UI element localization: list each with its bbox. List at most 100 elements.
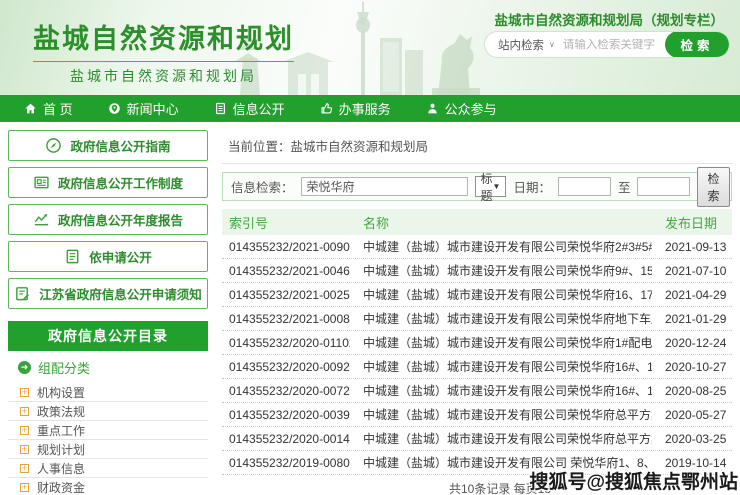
plus-box-icon: + — [20, 388, 29, 397]
sidebar-directory-item[interactable]: + 人事信息 — [8, 459, 208, 478]
row-publish-date: 2020-05-27 — [658, 408, 732, 422]
row-publish-date: 2020-03-25 — [658, 432, 732, 446]
watermark: 搜狐号@搜狐焦点鄂州站 — [529, 467, 738, 494]
row-index-no: 014355232/2019-00807 — [222, 456, 350, 470]
filter-date-to-label: 至 — [618, 177, 631, 196]
nav-item-services[interactable]: 办事服务 — [320, 95, 412, 122]
nav-item-label: 办事服务 — [339, 99, 391, 118]
newspaper-icon — [33, 174, 50, 191]
sidebar-link-label: 江苏省政府信息公开申请须知 — [39, 284, 202, 303]
filter-field-selected: 标题 — [481, 170, 493, 204]
row-publish-date: 2021-07-10 — [658, 264, 732, 278]
row-name-link[interactable]: 中城建（盐城）城市建设开发有限公司荣悦华府16#、17#、23#、 ... — [356, 358, 652, 375]
nav-item-news[interactable]: 新闻中心 — [108, 95, 200, 122]
table-row[interactable]: 014355232/2020-00145 中城建（盐城）城市建设开发有限公司荣悦… — [222, 427, 732, 451]
sidebar-link-annual-report[interactable]: 政府信息公开年度报告 — [8, 204, 208, 235]
plus-box-icon: + — [20, 483, 29, 492]
row-index-no: 014355232/2020-00393 — [222, 408, 350, 422]
row-name-link[interactable]: 中城建（盐城）城市建设开发有限公司荣悦华府总平方案调整批后公告 — [356, 406, 652, 423]
col-header-name: 名称 — [356, 213, 652, 232]
page: 盐城自然资源和规划 盐城市自然资源和规划局 盐城市自然资源和规划局（规划专栏） … — [0, 0, 740, 495]
table-header-row: 索引号 名称 发布日期 — [222, 209, 732, 235]
row-name-link[interactable]: 中城建（盐城）城市建设开发有限公司荣悦华府1#配电室、8#配电室、 ... — [356, 334, 652, 351]
filter-search-button[interactable]: 检索 — [697, 167, 729, 207]
sidebar-link-disclosure-guide[interactable]: 政府信息公开指南 — [8, 130, 208, 161]
site-subtitle: 盐城市自然资源和规划局 — [33, 66, 294, 86]
site-search-button[interactable]: 检索 — [665, 31, 729, 58]
filter-date-label: 日期： — [513, 177, 551, 196]
dropdown-triangle-icon: ▼ — [493, 182, 501, 191]
sidebar-link-disclosure-on-request[interactable]: 依申请公开 — [8, 241, 208, 272]
row-name-link[interactable]: 中城建（盐城）城市建设开发有限公司荣悦华府地下车库二期工程A区-2 ... — [356, 310, 652, 327]
directory-item-label: 机构设置 — [37, 384, 85, 401]
table-row[interactable]: 014355232/2021-00081 中城建（盐城）城市建设开发有限公司荣悦… — [222, 307, 732, 331]
sidebar-link-application-notice[interactable]: 江苏省政府信息公开申请须知 — [8, 278, 208, 309]
row-name-link[interactable]: 中城建（盐城）城市建设开发有限公司荣悦华府16、17、23、29、 ... — [356, 286, 652, 303]
plus-box-icon: + — [20, 407, 29, 416]
row-publish-date: 2021-04-29 — [658, 288, 732, 302]
filter-date-from-input[interactable] — [558, 177, 611, 196]
table-row[interactable]: 014355232/2020-00924 中城建（盐城）城市建设开发有限公司荣悦… — [222, 355, 732, 379]
sidebar: 政府信息公开指南 政府信息公开工作制度 政府信息公开年度报告 依申请公开 江苏省… — [8, 130, 208, 495]
person-icon — [426, 102, 439, 115]
site-search-bar: 站内检索 ∨ 检索 — [484, 31, 730, 58]
row-name-link[interactable]: 中城建（盐城）城市建设开发有限公司荣悦华府总平方案调整 — [356, 430, 652, 447]
row-index-no: 014355232/2020-01102 — [222, 336, 350, 350]
sidebar-directory-item[interactable]: + 财政资金 — [8, 478, 208, 495]
row-index-no: 014355232/2020-00924 — [222, 360, 350, 374]
col-header-publish-date: 发布日期 — [658, 213, 732, 232]
filter-date-to-input[interactable] — [637, 177, 690, 196]
directory-item-label: 人事信息 — [37, 460, 85, 477]
document-icon — [214, 102, 227, 115]
content-area: 政府信息公开指南 政府信息公开工作制度 政府信息公开年度报告 依申请公开 江苏省… — [0, 122, 740, 495]
site-banner: 盐城自然资源和规划 盐城市自然资源和规划局 盐城市自然资源和规划局（规划专栏） … — [0, 0, 740, 95]
row-name-link[interactable]: 中城建（盐城）城市建设开发有限公司荣悦华府9#、15#、19-20 ... — [356, 262, 652, 279]
directory-group-category[interactable]: ➜ 组配分类 — [8, 351, 208, 383]
filter-field-select[interactable]: 标题 ▼ — [475, 176, 507, 197]
breadcrumb: 当前位置：盐城市自然资源和规划局 — [222, 130, 732, 164]
compass-icon — [45, 137, 62, 154]
main-panel: 当前位置：盐城市自然资源和规划局 信息检索： 标题 ▼ 日期： 至 检索 索引号… — [222, 130, 732, 495]
nav-item-label: 公众参与 — [445, 99, 497, 118]
search-scope-select[interactable]: 站内检索 ∨ — [485, 37, 563, 53]
arrow-right-icon: ➜ — [18, 361, 31, 374]
table-row[interactable]: 014355232/2021-00258 中城建（盐城）城市建设开发有限公司荣悦… — [222, 283, 732, 307]
plus-box-icon: + — [20, 445, 29, 454]
directory-item-label: 规划计划 — [37, 441, 85, 458]
directory-group-label: 组配分类 — [38, 358, 90, 377]
sidebar-directory-item[interactable]: + 政策法规 — [8, 402, 208, 421]
directory-header[interactable]: 政府信息公开目录 — [8, 321, 208, 351]
sidebar-link-label: 政府信息公开指南 — [70, 136, 170, 155]
row-index-no: 014355232/2021-00081 — [222, 312, 350, 326]
nav-item-public-participation[interactable]: 公众参与 — [426, 95, 518, 122]
chevron-down-icon: ∨ — [549, 40, 555, 49]
table-row[interactable]: 014355232/2020-00393 中城建（盐城）城市建设开发有限公司荣悦… — [222, 403, 732, 427]
row-name-link[interactable]: 中城建（盐城）城市建设开发有限公司荣悦华府16#、17#、23#、 ... — [356, 382, 652, 399]
nav-item-info-disclosure[interactable]: 信息公开 — [214, 95, 306, 122]
sidebar-directory-item[interactable]: + 机构设置 — [8, 383, 208, 402]
nav-item-label: 新闻中心 — [127, 99, 179, 118]
search-scope-label: 站内检索 — [498, 37, 544, 53]
nav-item-label: 首 页 — [43, 99, 73, 118]
filter-keyword-input[interactable] — [301, 177, 468, 196]
row-publish-date: 2020-08-25 — [658, 384, 732, 398]
sidebar-directory-item[interactable]: + 重点工作 — [8, 421, 208, 440]
table-row[interactable]: 014355232/2020-00722 中城建（盐城）城市建设开发有限公司荣悦… — [222, 379, 732, 403]
plus-box-icon: + — [20, 464, 29, 473]
sidebar-directory-item[interactable]: + 规划计划 — [8, 440, 208, 459]
portal-label: 盐城市自然资源和规划局（规划专栏） — [495, 9, 725, 29]
nav-item-home[interactable]: 首 页 — [24, 95, 94, 122]
directory-item-label: 财政资金 — [37, 479, 85, 495]
sidebar-link-work-rules[interactable]: 政府信息公开工作制度 — [8, 167, 208, 198]
site-search-input[interactable] — [563, 39, 665, 51]
table-row[interactable]: 014355232/2021-00469 中城建（盐城）城市建设开发有限公司荣悦… — [222, 259, 732, 283]
sidebar-link-label: 政府信息公开工作制度 — [58, 173, 183, 192]
table-row[interactable]: 014355232/2021-00907 中城建（盐城）城市建设开发有限公司荣悦… — [222, 235, 732, 259]
row-index-no: 014355232/2021-00907 — [222, 240, 350, 254]
clipboard-pen-icon — [14, 285, 31, 302]
col-header-index-no: 索引号 — [222, 213, 350, 232]
nav-item-label: 信息公开 — [233, 99, 285, 118]
row-name-link[interactable]: 中城建（盐城）城市建设开发有限公司荣悦华府2#3#5#配电房、4# ... — [356, 238, 652, 255]
document-request-icon — [64, 248, 81, 265]
table-row[interactable]: 014355232/2020-01102 中城建（盐城）城市建设开发有限公司荣悦… — [222, 331, 732, 355]
